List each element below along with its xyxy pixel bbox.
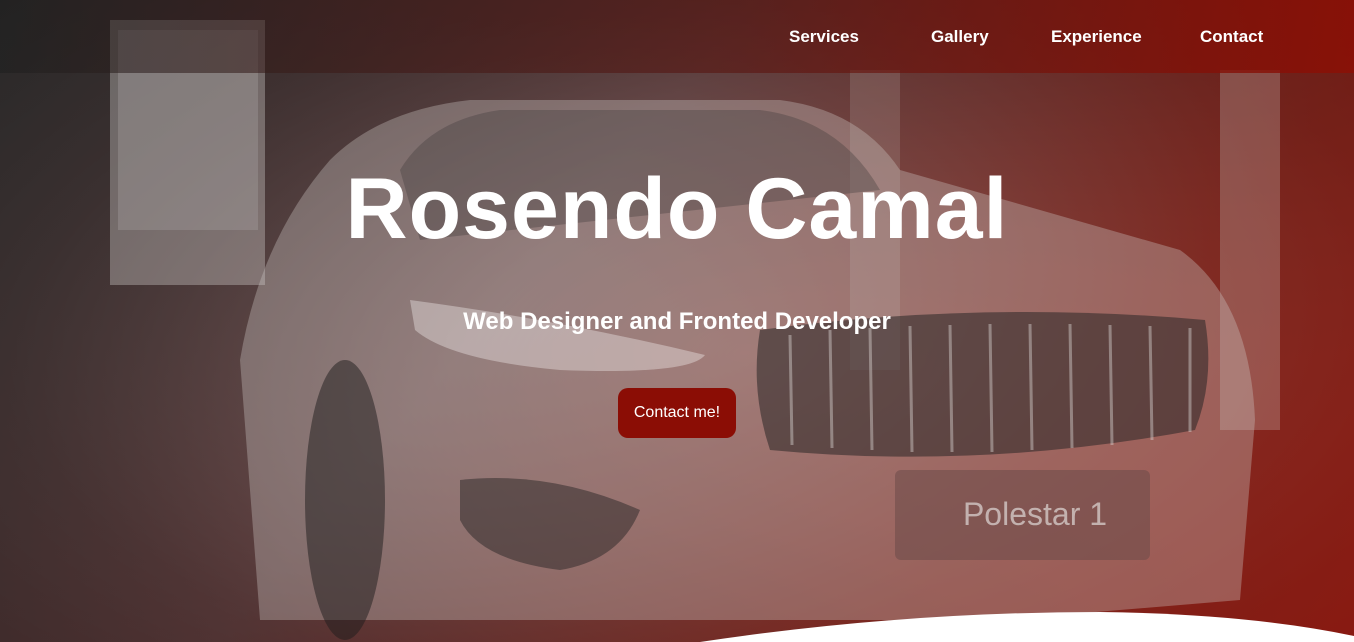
nav-link-services[interactable]: Services <box>789 27 859 47</box>
hero-subtitle: Web Designer and Fronted Developer <box>463 308 891 335</box>
license-plate-text: Polestar 1 <box>963 496 1107 532</box>
hero-section: Polestar 1 Services Gallery Experience C… <box>0 0 1354 642</box>
nav-link-experience[interactable]: Experience <box>1051 27 1142 47</box>
bottom-wave-divider <box>700 612 1354 642</box>
nav-link-contact[interactable]: Contact <box>1200 27 1263 47</box>
hero-title: Rosendo Camal <box>345 161 1009 257</box>
contact-me-button[interactable]: Contact me! <box>618 388 736 438</box>
top-navigation: Services Gallery Experience Contact <box>0 0 1354 73</box>
nav-link-gallery[interactable]: Gallery <box>931 27 989 47</box>
